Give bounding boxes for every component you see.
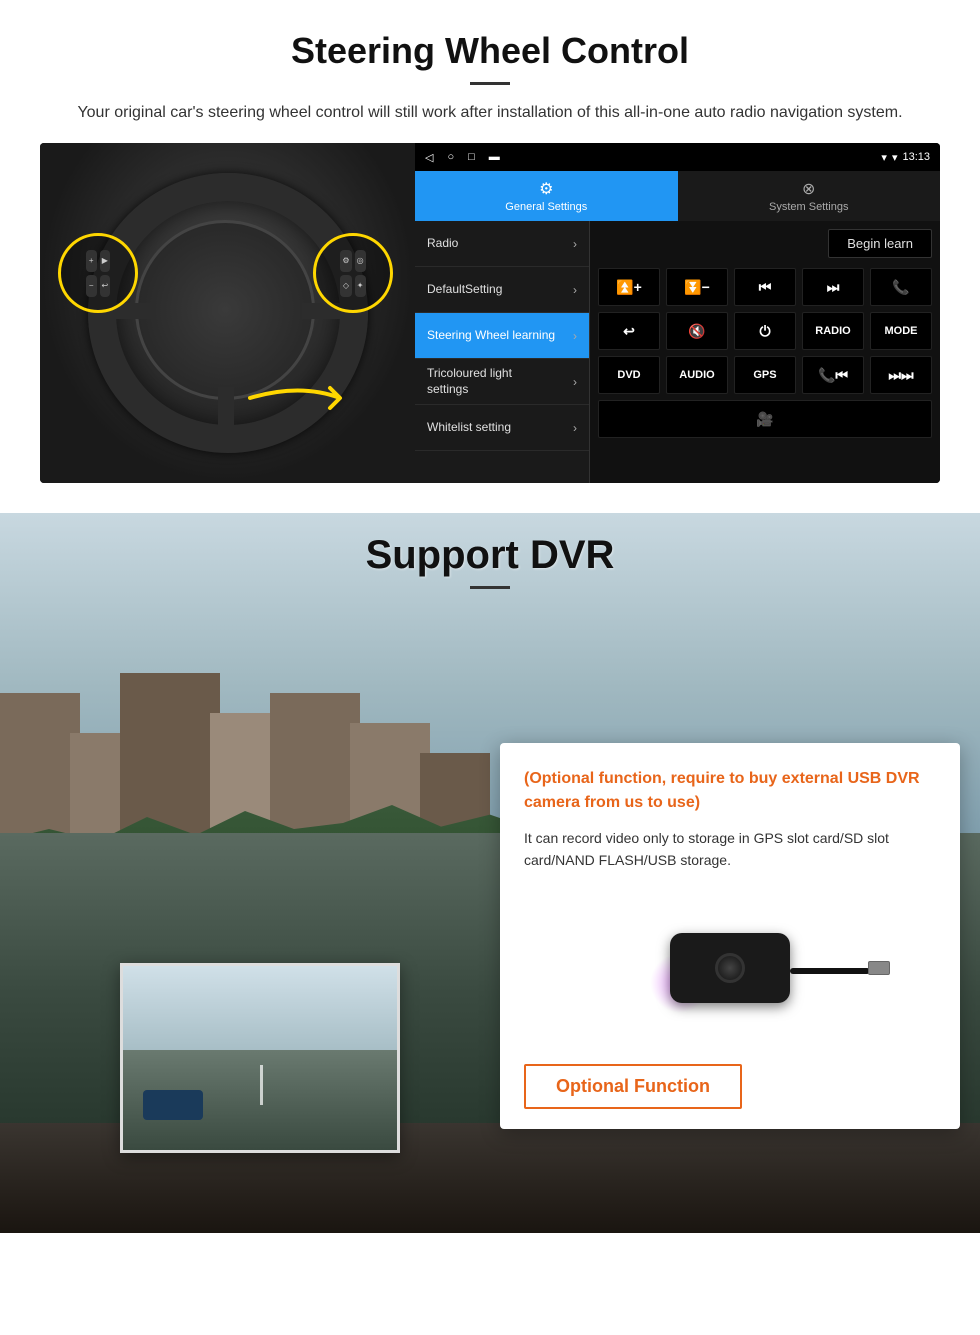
sw-btn-mode: ▶ [100, 250, 111, 272]
sw-btn-plus: + [86, 250, 97, 272]
tab-system-settings[interactable]: ⊗ System Settings [678, 171, 941, 221]
sw-btn-r1: ⚙ [340, 250, 351, 272]
ctrl-skip[interactable]: ⏭⏭ [870, 356, 932, 394]
menu-item-default-setting[interactable]: DefaultSetting › [415, 267, 589, 313]
ctrl-vol-plus[interactable]: ⏫+ [598, 268, 660, 306]
dvr-section-title: Support DVR [0, 533, 980, 578]
sw-circle-left: + ▶ − ↩ [58, 233, 138, 313]
menu-whitelist-label: Whitelist setting [427, 420, 511, 436]
menu-item-tricoloured[interactable]: Tricoloured lightsettings › [415, 359, 589, 405]
control-row-3: DVD AUDIO GPS 📞⏮ ⏭⏭ [598, 356, 932, 394]
tab-general-label: General Settings [505, 201, 587, 213]
dvr-title-divider [470, 586, 510, 589]
begin-learn-row: Begin learn [598, 229, 932, 258]
section-title: Steering Wheel Control [40, 30, 940, 72]
menu-default-label: DefaultSetting [427, 282, 502, 298]
menu-item-whitelist[interactable]: Whitelist setting › [415, 405, 589, 451]
camera-cable [790, 968, 870, 974]
sw-circle-right: ⚙ ◎ ◇ ✦ [313, 233, 393, 313]
statusbar-icons: ▾ ▾ 13:13 [881, 151, 930, 164]
sw-spoke-bottom [218, 387, 234, 433]
ctrl-prev-track[interactable]: ⏮ [734, 268, 796, 306]
dvr-camera-image [524, 888, 936, 1048]
sw-arrow [240, 373, 360, 423]
signal-icon: ▾ [881, 151, 887, 164]
section-steering: Steering Wheel Control Your original car… [0, 0, 980, 483]
sw-btn-r2: ◎ [355, 250, 366, 272]
system-icon: ⊗ [802, 179, 815, 199]
sw-btn-minus: − [86, 275, 97, 297]
menu-steering-label: Steering Wheel learning [427, 328, 555, 344]
home-icon: ○ [447, 151, 454, 164]
ctrl-mute[interactable]: 🔇 [666, 312, 728, 350]
title-divider [470, 82, 510, 85]
chevron-right-icon: › [573, 283, 577, 297]
thumb-car [143, 1090, 203, 1120]
tab-general-settings[interactable]: ⚙ General Settings [415, 171, 678, 221]
chevron-right-icon: › [573, 329, 577, 343]
camera-assembly [670, 933, 790, 1003]
statusbar-nav: ◁ ○ □ ▬ [425, 151, 500, 164]
control-row-2: ↩ 🔇 ⏻ RADIO MODE [598, 312, 932, 350]
sw-background: + ▶ − ↩ ⚙ ◎ ◇ ✦ [40, 143, 415, 483]
ctrl-gps[interactable]: GPS [734, 356, 796, 394]
sw-left-controls: + ▶ − ↩ [78, 242, 118, 305]
ctrl-vol-minus[interactable]: ⏬− [666, 268, 728, 306]
section-dvr: Support DVR (Optional function, require … [0, 513, 980, 1233]
dvr-desc-text: It can record video only to storage in G… [524, 827, 936, 872]
ctrl-phone[interactable]: 📞 [870, 268, 932, 306]
ctrl-radio[interactable]: RADIO [802, 312, 864, 350]
dvr-preview-thumbnail [120, 963, 400, 1153]
ctrl-dvd[interactable]: DVD [598, 356, 660, 394]
ctrl-phone-prev[interactable]: 📞⏮ [802, 356, 864, 394]
thumb-road-line [260, 1065, 263, 1105]
android-panel: ◁ ○ □ ▬ ▾ ▾ 13:13 ⚙ General Settings [415, 143, 940, 483]
steering-composite: + ▶ − ↩ ⚙ ◎ ◇ ✦ [40, 143, 940, 483]
usb-plug [868, 961, 890, 975]
begin-learn-button[interactable]: Begin learn [828, 229, 932, 258]
menu-area: Radio › DefaultSetting › Steering Wheel … [415, 221, 940, 483]
chevron-right-icon: › [573, 237, 577, 251]
ctrl-audio[interactable]: AUDIO [666, 356, 728, 394]
menu-tricoloured-label: Tricoloured lightsettings [427, 366, 512, 397]
camera-lens [715, 953, 745, 983]
sw-btn-phone: ↩ [100, 275, 111, 297]
tab-system-label: System Settings [769, 201, 848, 213]
gear-icon: ⚙ [539, 179, 553, 199]
wifi-icon: ▾ [892, 151, 898, 164]
menu-item-steering-wheel-learning[interactable]: Steering Wheel learning › [415, 313, 589, 359]
android-statusbar: ◁ ○ □ ▬ ▾ ▾ 13:13 [415, 143, 940, 171]
dvr-info-card: (Optional function, require to buy exter… [500, 743, 960, 1129]
ctrl-next-track[interactable]: ⏭ [802, 268, 864, 306]
dvr-section-title-area: Support DVR [0, 533, 980, 589]
chevron-right-icon: › [573, 421, 577, 435]
sw-btn-r3: ◇ [340, 275, 351, 297]
back-icon: ◁ [425, 151, 433, 164]
ctrl-hangup[interactable]: ↩ [598, 312, 660, 350]
ctrl-mode[interactable]: MODE [870, 312, 932, 350]
android-tabs: ⚙ General Settings ⊗ System Settings [415, 171, 940, 221]
sw-right-controls: ⚙ ◎ ◇ ✦ [332, 242, 373, 305]
dvr-optional-text: (Optional function, require to buy exter… [524, 767, 936, 815]
menu-list: Radio › DefaultSetting › Steering Wheel … [415, 221, 590, 483]
ctrl-power[interactable]: ⏻ [734, 312, 796, 350]
sw-btn-r4: ✦ [355, 275, 366, 297]
control-row-1: ⏫+ ⏬− ⏮ ⏭ 📞 [598, 268, 932, 306]
menu-radio-label: Radio [427, 236, 458, 252]
camera-body [670, 933, 790, 1003]
recents-icon: □ [468, 151, 475, 164]
control-area: Begin learn ⏫+ ⏬− ⏮ ⏭ 📞 ↩ 🔇 ⏻ [590, 221, 940, 483]
time-label: 13:13 [902, 151, 930, 163]
chevron-right-icon: › [573, 375, 577, 389]
menu-item-radio[interactable]: Radio › [415, 221, 589, 267]
section-subtitle: Your original car's steering wheel contr… [60, 101, 920, 125]
optional-function-button[interactable]: Optional Function [524, 1064, 742, 1109]
menu-icon: ▬ [489, 151, 500, 164]
control-row-4: 🎥 [598, 400, 932, 438]
ctrl-dvr-icon[interactable]: 🎥 [598, 400, 932, 438]
steering-photo: + ▶ − ↩ ⚙ ◎ ◇ ✦ [40, 143, 415, 483]
